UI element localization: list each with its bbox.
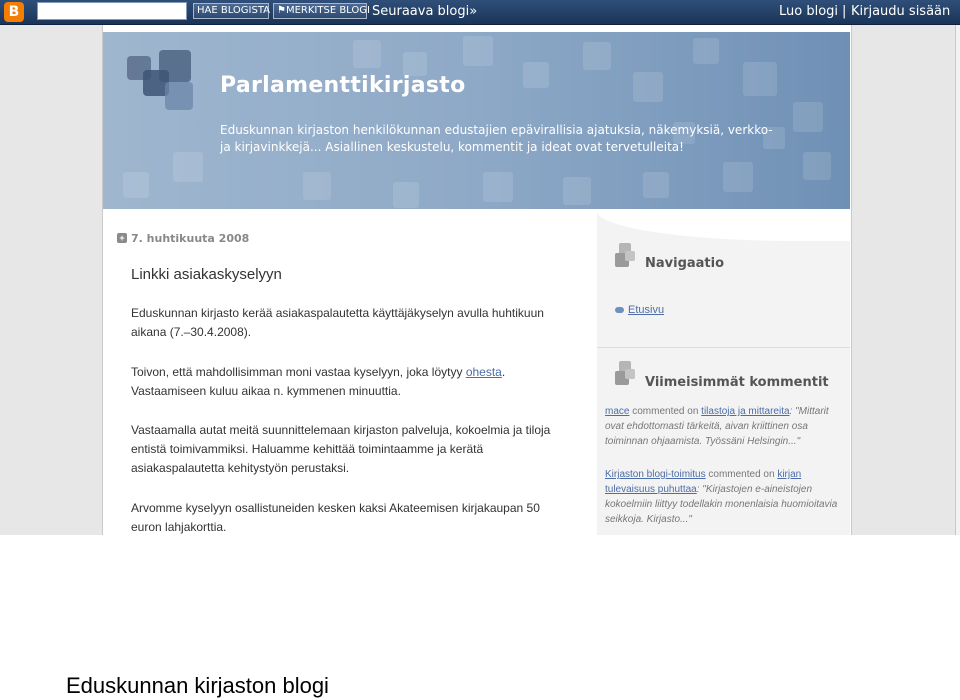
home-link[interactable]: Etusivu (628, 304, 664, 316)
window-edge (955, 25, 960, 535)
comment-post-link[interactable]: tilastoja ja mittareita (701, 406, 789, 417)
search-input[interactable] (37, 2, 187, 20)
blogger-logo-icon[interactable]: B (4, 2, 24, 22)
flag-blog-button[interactable]: ⚑MERKITSE BLOGI (273, 3, 370, 19)
post-paragraph: Toivon, että mahdollisimman moni vastaa … (131, 365, 506, 398)
post-date: 7. huhtikuuta 2008 (131, 232, 250, 245)
blog-title[interactable]: Parlamenttikirjasto (220, 73, 466, 98)
slide-caption: Eduskunnan kirjaston blogi (66, 673, 329, 698)
recent-comments-heading: Viimeisimmät kommentit (645, 375, 829, 390)
post-paragraph: Vastaamalla autat meitä suunnittelemaan … (131, 423, 551, 475)
comment-item: Kirjaston blogi-toimitus commented on ki… (605, 469, 838, 525)
sidebar: Navigaatio Etusivu Viimeisimmät kommenti… (597, 209, 850, 535)
sign-in-link[interactable]: Kirjaudu sisään (851, 4, 950, 19)
comment-author-link[interactable]: mace (605, 406, 629, 417)
survey-link[interactable]: ohesta (466, 365, 502, 379)
next-blog-link[interactable]: Seuraava blogi» (372, 4, 477, 19)
bullet-icon (615, 307, 624, 314)
navigation-heading: Navigaatio (645, 256, 725, 271)
blog-description: Eduskunnan kirjaston henkilökunnan edust… (220, 123, 773, 154)
navigation-heading-icon (615, 243, 637, 273)
comments-heading-icon (615, 361, 637, 391)
post-paragraph: Eduskunnan kirjasto kerää asiakaspalaute… (131, 306, 544, 339)
comment-author-link[interactable]: Kirjaston blogi-toimitus (605, 469, 706, 480)
blogger-navbar: B HAE BLOGISTA ⚑MERKITSE BLOGI Seuraava … (0, 0, 960, 25)
post-paragraph: Arvomme kyselyyn osallistuneiden kesken … (131, 501, 540, 534)
search-blog-button[interactable]: HAE BLOGISTA (193, 3, 270, 19)
blog-header (103, 32, 850, 209)
comment-item: mace commented on tilastoja ja mittareit… (605, 406, 829, 447)
post-title[interactable]: Linkki asiakaskyselyyn (131, 266, 282, 283)
date-toggle-icon[interactable]: + (117, 233, 127, 243)
navbar-separator: | (842, 4, 847, 19)
create-blog-link[interactable]: Luo blogi (779, 4, 838, 19)
